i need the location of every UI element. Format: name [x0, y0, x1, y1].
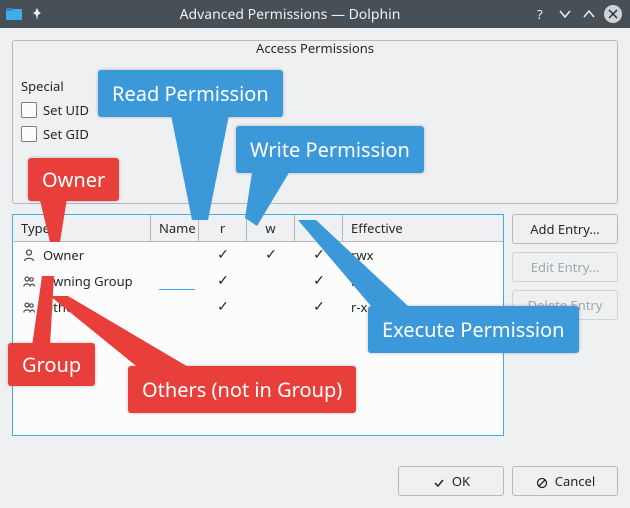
th-w[interactable]: w — [247, 215, 295, 241]
maximize-button[interactable] — [578, 3, 600, 25]
name-edit-underline[interactable] — [159, 273, 195, 290]
table-row[interactable]: Owning Group ✓ ✓ r-x — [13, 268, 503, 294]
dialog-body: Access Permissions Special Set UID Set G… — [0, 28, 630, 508]
type-label: Owner — [43, 246, 84, 264]
user-icon — [21, 247, 37, 263]
check-icon: ✓ — [217, 274, 229, 288]
cancel-button[interactable]: Cancel — [512, 466, 618, 496]
th-effective[interactable]: Effective — [343, 215, 503, 241]
th-name[interactable]: Name — [151, 215, 199, 241]
close-icon — [604, 5, 622, 23]
button-label: OK — [452, 472, 470, 490]
app-icon — [6, 6, 22, 22]
titlebar: Advanced Permissions — Dolphin ? — [0, 0, 630, 28]
set-uid-checkbox[interactable]: Set UID — [21, 101, 609, 119]
check-icon: ✓ — [217, 248, 229, 262]
special-label: Special — [21, 77, 609, 95]
side-buttons: Add Entry... Edit Entry... Delete Entry — [512, 214, 618, 436]
check-icon: ✓ — [217, 300, 229, 314]
ok-button[interactable]: OK — [398, 466, 504, 496]
th-r[interactable]: r — [199, 215, 247, 241]
window-title: Advanced Permissions — Dolphin — [52, 5, 528, 24]
group-icon — [21, 273, 37, 289]
effective-label: r-x — [351, 272, 367, 290]
help-button[interactable]: ? — [530, 3, 552, 25]
table-row[interactable]: Owner ✓ ✓ ✓ rwx — [13, 242, 503, 268]
th-type[interactable]: Type — [13, 215, 151, 241]
table-header: Type Name r w x Effective — [13, 215, 503, 242]
add-entry-button[interactable]: Add Entry... — [512, 214, 618, 244]
pin-icon[interactable] — [28, 5, 46, 23]
group-icon — [21, 299, 37, 315]
delete-entry-button: Delete Entry — [512, 290, 618, 320]
set-gid-checkbox[interactable]: Set GID — [21, 125, 609, 143]
check-icon: ✓ — [313, 248, 325, 262]
checkbox-icon — [21, 102, 37, 118]
type-label: Others — [43, 298, 85, 316]
groupbox-title: Access Permissions — [13, 39, 617, 57]
check-icon: ✓ — [313, 300, 325, 314]
button-label: Cancel — [555, 472, 595, 490]
effective-label: r-x — [351, 298, 367, 316]
access-permissions-group: Access Permissions Special Set UID Set G… — [12, 40, 618, 204]
dialog-buttons: OK Cancel — [398, 466, 618, 496]
type-label: Owning Group — [43, 272, 133, 290]
check-icon: ✓ — [265, 248, 277, 262]
close-button[interactable] — [602, 3, 624, 25]
checkbox-label: Set GID — [43, 125, 89, 143]
check-icon — [432, 476, 446, 490]
table-body: Owner ✓ ✓ ✓ rwx Owning Group — [13, 242, 503, 320]
check-icon: ✓ — [313, 274, 325, 288]
svg-text:?: ? — [537, 7, 543, 21]
edit-entry-button: Edit Entry... — [512, 252, 618, 282]
checkbox-label: Set UID — [43, 101, 89, 119]
minimize-button[interactable] — [554, 3, 576, 25]
acl-section: Type Name r w x Effective Owner — [12, 214, 618, 436]
acl-table[interactable]: Type Name r w x Effective Owner — [12, 214, 504, 436]
effective-label: rwx — [351, 246, 373, 264]
table-row[interactable]: Others ✓ ✓ r-x — [13, 294, 503, 320]
th-x[interactable]: x — [295, 215, 343, 241]
cancel-icon — [535, 476, 549, 490]
checkbox-icon — [21, 126, 37, 142]
